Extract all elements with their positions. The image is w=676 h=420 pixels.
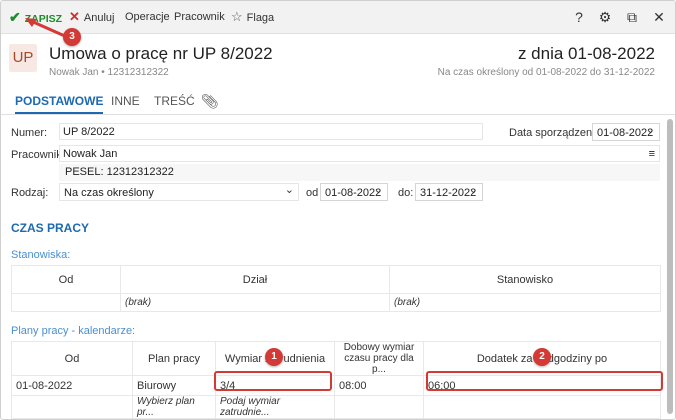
contract-period-subtitle: Na czas określony od 01-08-2022 do 31-12… (437, 67, 655, 78)
from-date-select[interactable]: 01-08-2022 (320, 181, 388, 201)
positions-col-position[interactable]: Stanowisko (389, 265, 661, 294)
tab-content[interactable]: TREŚĆ (154, 90, 195, 112)
positions-empty-position[interactable]: (brak) (389, 293, 661, 312)
callout-1: 1 (265, 348, 283, 366)
plans-row-from[interactable]: 01-08-2022 (11, 375, 133, 396)
contract-date-title: z dnia 01-08-2022 (517, 44, 655, 63)
employee-subtitle: Nowak Jan • 12312312322 (49, 67, 169, 78)
help-icon[interactable]: ? (569, 1, 589, 33)
positions-col-from[interactable]: Od (11, 265, 121, 294)
tab-attachments[interactable]: 📎︎ (201, 90, 219, 112)
settings-gear-icon[interactable]: ⚙ (595, 1, 615, 33)
contract-window: ✔ ZAPISZ ✕ Anuluj Operacje Pracownik ☆ Flag… (0, 0, 676, 420)
number-label: Numer: (11, 127, 48, 139)
star-icon: ☆ (231, 9, 243, 24)
tab-other[interactable]: INNE (111, 90, 140, 112)
to-date-select[interactable]: 31-12-2022 (415, 181, 483, 201)
flag-button[interactable]: ☆ Flaga (231, 1, 274, 33)
plans-new-daily[interactable] (334, 395, 424, 419)
toolbar: ✔ ZAPISZ ✕ Anuluj Operacje Pracownik ☆ Flag… (1, 1, 675, 34)
pesel-info: PESEL: 12312312322 (59, 164, 660, 181)
vertical-scrollbar[interactable] (667, 119, 673, 414)
positions-empty-department[interactable]: (brak) (120, 293, 390, 312)
plans-new-from[interactable] (11, 395, 133, 419)
check-icon: ✔ (9, 9, 21, 25)
plans-new-overtime[interactable] (423, 395, 661, 419)
close-window-icon[interactable]: ✕ (649, 1, 669, 33)
plans-new-dimension[interactable]: Podaj wymiar zatrudnie... (215, 395, 335, 419)
page-title: Umowa o pracę nr UP 8/2022 (49, 44, 273, 63)
highlight-overtime (426, 371, 663, 391)
restore-window-icon[interactable]: ⧉ (622, 1, 642, 33)
type-select[interactable]: Na czas określony (59, 181, 299, 201)
date-select[interactable]: 01-08-2022 (592, 121, 660, 141)
plans-row-plan[interactable]: Biurowy (132, 375, 216, 396)
tab-basic[interactable]: PODSTAWOWE (15, 90, 104, 114)
paperclip-icon: 📎︎ (201, 93, 219, 109)
positions-col-department[interactable]: Dział (120, 265, 390, 294)
highlight-dimension (214, 371, 332, 391)
employee-label: Pracownik: (11, 149, 65, 161)
callout-arrow (25, 18, 69, 39)
employee-menu[interactable]: Pracownik (174, 1, 225, 33)
plans-new-plan[interactable]: Wybierz plan pr... (132, 395, 216, 419)
plans-col-from[interactable]: Od (11, 341, 133, 376)
document-type-badge: UP (9, 44, 37, 72)
date-label: Data sporządzenia: (509, 127, 604, 139)
positions-table: Od Dział Stanowisko (brak) (brak) (11, 265, 661, 312)
from-label: od (306, 187, 319, 199)
positions-label: Stanowiska: (11, 249, 71, 261)
tab-bar: PODSTAWOWE INNE TREŚĆ 📎︎ (1, 90, 675, 115)
work-plans-label: Plany pracy - kalendarze: (11, 325, 136, 337)
operations-menu[interactable]: Operacje (125, 1, 170, 33)
menu-lines-icon[interactable]: ≡ (649, 146, 655, 163)
plans-col-plan[interactable]: Plan pracy (132, 341, 216, 376)
number-input[interactable]: UP 8/2022 (59, 123, 483, 140)
to-label: do: (398, 187, 414, 199)
plans-col-daily[interactable]: Dobowy wymiar czasu pracy dla p... (334, 341, 424, 376)
type-label: Rodzaj: (11, 187, 49, 199)
plans-row-daily[interactable]: 08:00 (334, 375, 424, 396)
employee-input[interactable]: Nowak Jan ≡ (59, 145, 660, 162)
positions-empty-from[interactable] (11, 293, 121, 312)
work-time-section-title: CZAS PRACY (11, 221, 90, 235)
callout-2: 2 (533, 348, 551, 366)
